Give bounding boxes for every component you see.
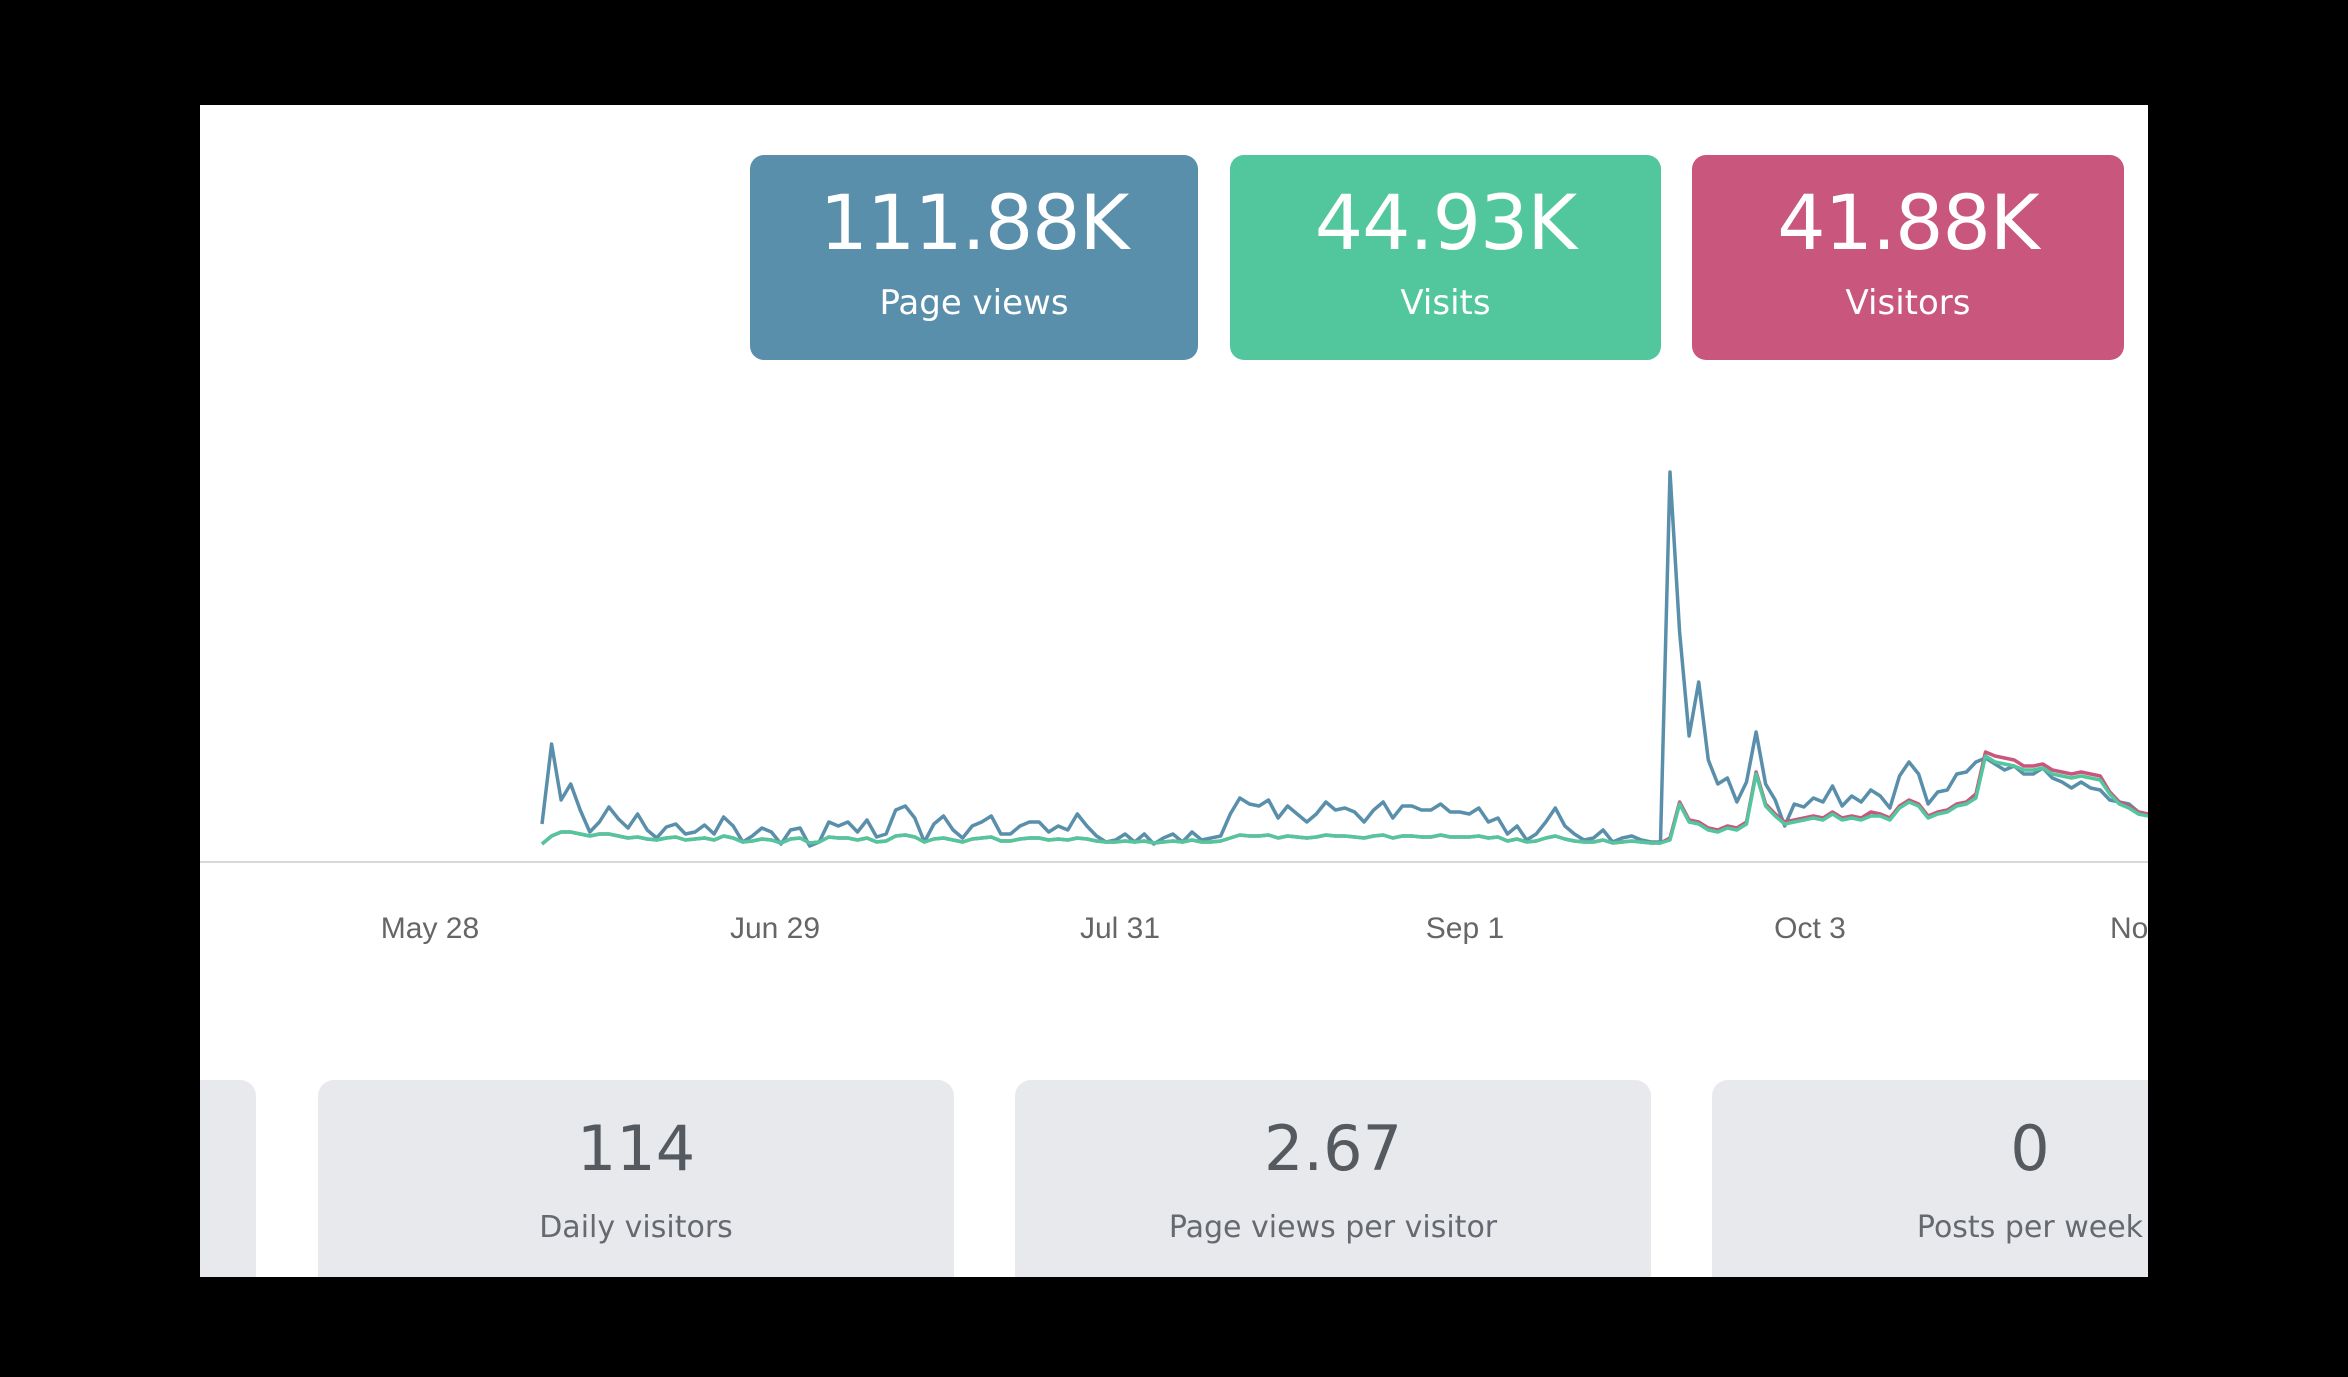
x-tick-label: Sep 1	[1426, 912, 1504, 945]
daily-visitors-label: Daily visitors	[539, 1210, 733, 1245]
page-views-per-visitor-value: 2.67	[1263, 1112, 1403, 1185]
right-edge-strip	[2148, 105, 2348, 1277]
traffic-line-chart: May 28 Jun 29 Jul 31 Sep 1 Oct 3 No	[200, 470, 2148, 945]
analytics-panel: 111.88K Page views 44.93K Visits 41.88K …	[200, 105, 2148, 1277]
posts-per-week-label: Posts per week	[1916, 1210, 2144, 1245]
page-views-per-visitor-card: 2.67 Page views per visitor	[1015, 1080, 1651, 1277]
series-line-0	[540, 470, 2148, 848]
x-tick-label: May 28	[381, 912, 479, 945]
x-tick-label: No	[2110, 912, 2148, 945]
x-tick-label: Jun 29	[730, 912, 820, 945]
summary-card-partial	[200, 1080, 256, 1277]
daily-visitors-card: 114 Daily visitors	[318, 1080, 954, 1277]
x-tick-label: Oct 3	[1774, 912, 1846, 945]
daily-visitors-value: 114	[576, 1112, 696, 1185]
x-tick-label: Jul 31	[1080, 912, 1160, 945]
x-tick-layer: May 28 Jun 29 Jul 31 Sep 1 Oct 3 No	[381, 912, 2148, 945]
posts-per-week-value: 0	[2010, 1112, 2050, 1185]
posts-per-week-card: 0 Posts per week	[1712, 1080, 2148, 1277]
series-layer	[540, 470, 2148, 848]
page-views-per-visitor-label: Page views per visitor	[1168, 1210, 1498, 1245]
